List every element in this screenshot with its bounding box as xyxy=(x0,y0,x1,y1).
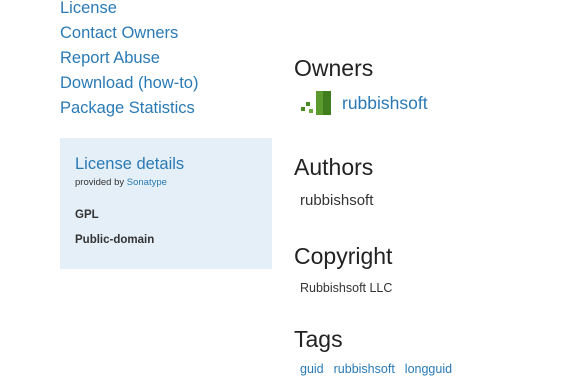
owner-item[interactable]: rubbishsoft xyxy=(298,89,428,117)
provided-by-label: provided by xyxy=(75,177,127,188)
tags-list: guid rubbishsoft longguid xyxy=(300,361,462,377)
report-abuse-link[interactable]: Report Abuse xyxy=(60,46,198,71)
owner-name-link[interactable]: rubbishsoft xyxy=(342,89,428,117)
contact-owners-link[interactable]: Contact Owners xyxy=(60,21,198,46)
report-abuse-link-text[interactable]: Report Abuse xyxy=(60,49,160,67)
license-entry-gpl: GPL xyxy=(75,209,99,221)
tag-rubbishsoft[interactable]: rubbishsoft xyxy=(334,361,395,377)
license-details-panel: License details provided by Sonatype GPL… xyxy=(60,138,272,269)
tag-longguid[interactable]: longguid xyxy=(405,361,452,377)
tag-guid[interactable]: guid xyxy=(300,361,324,377)
copyright-heading: Copyright xyxy=(294,243,393,269)
download-how-to-link-text[interactable]: Download (how-to) xyxy=(60,74,198,92)
green-pixel-logo-icon[interactable] xyxy=(298,89,332,117)
provided-by-line: provided by Sonatype xyxy=(75,177,167,189)
authors-heading: Authors xyxy=(294,154,374,180)
license-link[interactable]: License xyxy=(60,0,198,21)
license-link-text[interactable]: License xyxy=(60,0,117,17)
owners-heading: Owners xyxy=(294,55,374,81)
contact-owners-link-text[interactable]: Contact Owners xyxy=(60,24,178,42)
download-how-to-link[interactable]: Download (how-to) xyxy=(60,71,198,96)
license-entry-public-domain: Public-domain xyxy=(75,234,155,246)
sonatype-link[interactable]: Sonatype xyxy=(127,177,167,188)
authors-value: rubbishsoft xyxy=(300,192,374,209)
copyright-value: Rubbishsoft LLC xyxy=(300,281,393,295)
package-links-list: License Contact Owners Report Abuse Down… xyxy=(60,0,198,121)
license-details-link[interactable]: License details xyxy=(75,154,184,174)
tags-heading: Tags xyxy=(294,326,343,352)
package-statistics-link[interactable]: Package Statistics xyxy=(60,96,198,121)
package-statistics-link-text[interactable]: Package Statistics xyxy=(60,99,195,117)
